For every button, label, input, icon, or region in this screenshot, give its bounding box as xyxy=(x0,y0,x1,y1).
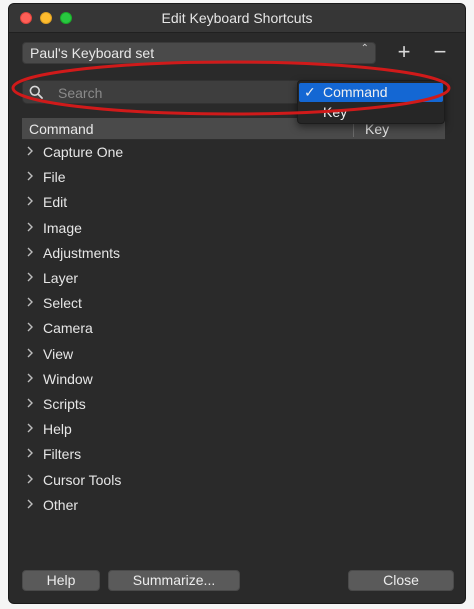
list-item[interactable]: Scripts xyxy=(22,393,445,415)
search-scope-menu: ✓ Command Key xyxy=(297,80,445,124)
list-item[interactable]: Select xyxy=(22,292,445,314)
list-item-label: Cursor Tools xyxy=(43,471,122,488)
list-item-label: Camera xyxy=(43,320,93,337)
edit-keyboard-shortcuts-window: Edit Keyboard Shortcuts Paul's Keyboard … xyxy=(8,3,466,604)
chevron-right-icon[interactable] xyxy=(25,498,35,510)
list-item[interactable]: Cursor Tools xyxy=(22,469,445,491)
list-item[interactable]: Window xyxy=(22,368,445,390)
menu-item-command[interactable]: ✓ Command xyxy=(299,83,443,102)
list-item[interactable]: Capture One xyxy=(22,141,445,163)
shortcut-set-select[interactable]: Paul's Keyboard set ⌃ xyxy=(22,42,376,64)
list-item-label: Image xyxy=(43,219,82,236)
chevron-right-icon[interactable] xyxy=(25,221,35,233)
list-item-label: File xyxy=(43,169,66,186)
remove-set-button[interactable]: − xyxy=(429,40,451,64)
chevron-right-icon[interactable] xyxy=(25,447,35,459)
menu-item-key[interactable]: Key xyxy=(299,103,443,122)
list-item[interactable]: Layer xyxy=(22,267,445,289)
shortcut-set-value: Paul's Keyboard set xyxy=(30,45,155,61)
search-icon[interactable] xyxy=(29,85,43,99)
help-button[interactable]: Help xyxy=(22,570,100,591)
chevron-right-icon[interactable] xyxy=(25,271,35,283)
list-item[interactable]: File xyxy=(22,166,445,188)
chevron-right-icon[interactable] xyxy=(25,296,35,308)
chevron-right-icon[interactable] xyxy=(25,422,35,434)
list-item-label: View xyxy=(43,345,74,362)
list-item-label: Select xyxy=(43,295,82,312)
list-item[interactable]: Image xyxy=(22,217,445,239)
list-item[interactable]: Adjustments xyxy=(22,242,445,264)
list-item-label: Layer xyxy=(43,270,79,286)
list-item-label: Filters xyxy=(43,446,82,463)
list-item[interactable]: Camera xyxy=(22,317,445,339)
chevron-right-icon[interactable] xyxy=(25,321,35,333)
menu-item-label: Command xyxy=(323,84,388,100)
list-item[interactable]: Edit xyxy=(22,191,445,213)
checkmark-icon: ✓ xyxy=(304,84,316,100)
list-item-label: Other xyxy=(43,496,79,513)
window-title: Edit Keyboard Shortcuts xyxy=(161,10,313,26)
menu-item-label: Key xyxy=(323,104,348,120)
list-item-label: Capture One xyxy=(43,144,124,160)
title-bar: Edit Keyboard Shortcuts xyxy=(9,4,465,33)
column-header-command[interactable]: Command xyxy=(29,121,94,137)
chevron-right-icon[interactable] xyxy=(25,170,35,182)
list-item-label: Scripts xyxy=(43,396,86,412)
chevron-right-icon[interactable] xyxy=(25,195,35,207)
add-set-button[interactable]: + xyxy=(393,40,415,64)
close-button[interactable]: Close xyxy=(348,570,454,591)
list-item-label: Help xyxy=(43,421,72,438)
summarize-button[interactable]: Summarize... xyxy=(108,570,240,591)
chevron-updown-icon: ⌃ xyxy=(360,43,369,54)
list-item-label: Adjustments xyxy=(43,244,121,261)
list-item[interactable]: Filters xyxy=(22,443,445,465)
list-item-label: Window xyxy=(43,370,93,387)
chevron-right-icon[interactable] xyxy=(25,397,35,409)
chevron-right-icon[interactable] xyxy=(25,347,35,359)
command-list: Capture One File Edit Image Adjustments Layer… xyxy=(22,141,445,561)
search-input[interactable] xyxy=(56,83,300,103)
list-item[interactable]: Help xyxy=(22,418,445,440)
chevron-right-icon[interactable] xyxy=(25,372,35,384)
chevron-right-icon[interactable] xyxy=(25,473,35,485)
list-item-label: Edit xyxy=(43,194,68,211)
chevron-right-icon[interactable] xyxy=(25,145,35,157)
list-item[interactable]: Other xyxy=(22,494,445,516)
list-item[interactable]: View xyxy=(22,343,445,365)
chevron-right-icon[interactable] xyxy=(25,246,35,258)
